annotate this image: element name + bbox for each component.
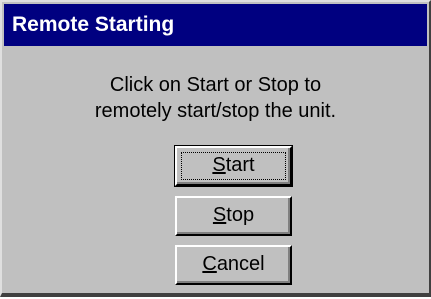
stop-button[interactable]: Stop [175, 196, 292, 236]
start-button-label: Start [212, 154, 254, 176]
start-label-rest: tart [225, 154, 255, 176]
start-button[interactable]: Start [174, 145, 293, 187]
cancel-label-rest: ancel [216, 253, 265, 275]
cancel-button[interactable]: Cancel [175, 245, 292, 285]
cancel-button-label: Cancel [202, 253, 264, 275]
instruction-line-2: remotely start/stop the unit. [94, 100, 337, 122]
dialog-title-bar[interactable]: Remote Starting [4, 4, 427, 46]
instruction-message: Click on Start or Stop to remotely start… [2, 72, 429, 124]
cancel-mnemonic: C [202, 253, 217, 275]
stop-label-rest: top [226, 204, 255, 226]
stop-mnemonic: S [212, 204, 227, 226]
instruction-line-1: Click on Start or Stop to [109, 74, 322, 96]
dialog-title: Remote Starting [12, 13, 175, 36]
start-mnemonic: S [212, 154, 226, 176]
remote-starting-dialog: Remote Starting Click on Start or Stop t… [0, 0, 431, 297]
stop-button-label: Stop [213, 204, 254, 226]
